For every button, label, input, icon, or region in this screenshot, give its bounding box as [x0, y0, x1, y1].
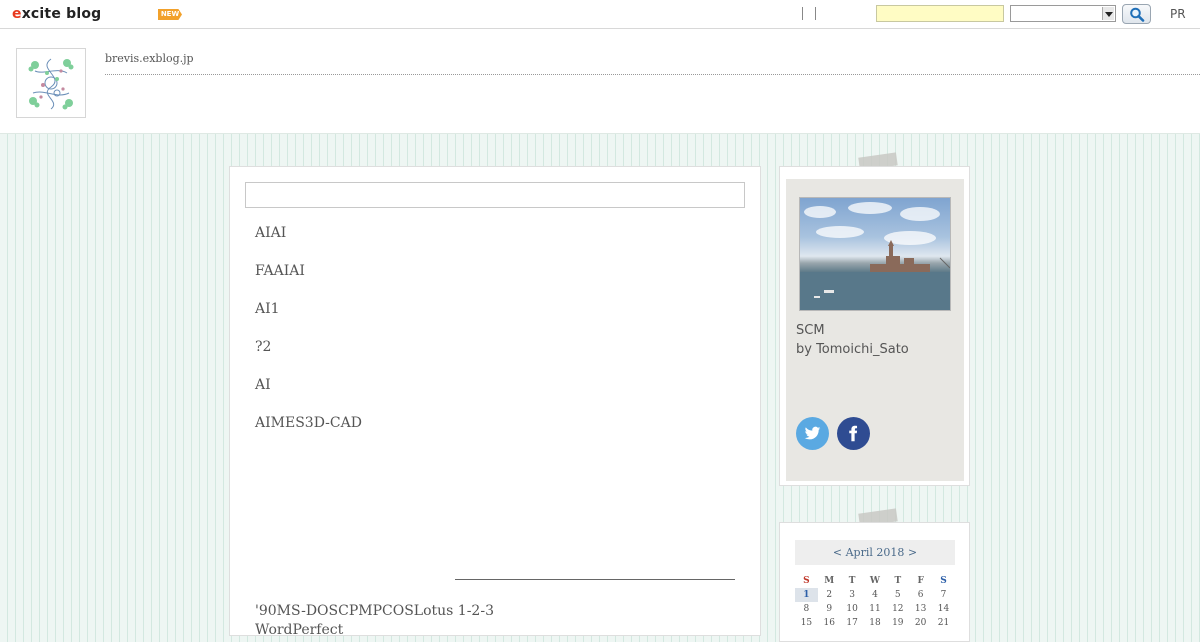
profile-photo[interactable] [799, 197, 951, 311]
twitter-share-button[interactable] [796, 417, 829, 450]
header-divider [105, 74, 1200, 75]
weekday-label: M [824, 576, 835, 586]
calendar-week: 15 16 17 18 19 20 21 [795, 616, 955, 630]
new-badge: NEW [158, 9, 182, 20]
entry-heading[interactable]: ?2 [255, 336, 362, 374]
weekday-label: F [917, 576, 924, 586]
entry-list: AIAI FAAIAI AI1 ?2 AI AIMES3D-CAD [255, 222, 362, 450]
weekday-label: T [848, 576, 856, 586]
entry-body: '90MS-DOSCPMPCOSLotus 1-2-3 WordPerfect [255, 602, 735, 640]
weekday-label: S [940, 576, 947, 586]
facebook-icon [849, 425, 858, 442]
floral-ornament-icon [28, 58, 74, 110]
main-content: AIAI FAAIAI AI1 ?2 AI AIMES3D-CAD '90MS-… [229, 166, 761, 638]
calendar-day: 9 [826, 604, 833, 614]
divider [815, 7, 816, 20]
divider [802, 7, 803, 20]
blog-url[interactable]: brevis.exblog.jp [105, 52, 194, 65]
calendar-day-today[interactable]: 1 [795, 588, 818, 602]
calendar-day: 15 [800, 618, 813, 628]
pr-link[interactable]: PR [1170, 7, 1186, 21]
entry-title-box [245, 182, 745, 208]
body-line: '90MS-DOSCPMPCOSLotus 1-2-3 [255, 603, 494, 619]
excite-blog-logo[interactable]: excite blog [12, 6, 101, 22]
weekday-label: W [869, 576, 880, 586]
calendar-day: 11 [869, 604, 881, 614]
next-month-link[interactable]: > [908, 546, 917, 559]
venice-skyline-image [800, 202, 950, 310]
blog-icon[interactable] [16, 48, 86, 118]
profile-panel: SCM by Tomoichi_Sato [779, 166, 970, 486]
calendar-day: 7 [940, 590, 947, 600]
twitter-icon [804, 426, 821, 440]
calendar-month: April 2018 [845, 546, 905, 559]
calendar-week: 8 9 10 11 12 13 14 [795, 602, 955, 616]
calendar-day: 2 [826, 590, 833, 600]
calendar-week: 1 2 3 4 5 6 7 [795, 588, 955, 602]
calendar-day: 21 [937, 618, 950, 628]
calendar-day: 14 [937, 604, 950, 614]
calendar-day: 19 [892, 618, 904, 628]
author-name: by Tomoichi_Sato [796, 342, 909, 357]
blog-header: brevis.exblog.jp [0, 29, 1200, 134]
body-line: WordPerfect [255, 622, 344, 638]
calendar-day: 6 [917, 590, 924, 600]
blog-title[interactable]: SCM [796, 323, 825, 338]
calendar-day: 3 [849, 590, 855, 600]
search-input[interactable] [876, 5, 1004, 22]
calendar-panel: < April 2018 > S M T W T F S 1 2 3 4 5 6… [779, 522, 970, 642]
entry-heading[interactable]: AIMES3D-CAD [255, 412, 362, 450]
calendar-day: 12 [892, 604, 904, 614]
weekday-label: S [803, 576, 810, 586]
calendar-day: 10 [846, 604, 858, 614]
entry-heading[interactable]: AI [255, 374, 362, 412]
top-bar: excite blog NEW PR [0, 0, 1200, 29]
weekday-row: S M T W T F S [795, 574, 955, 588]
calendar-day: 8 [803, 604, 810, 614]
prev-month-link[interactable]: < [833, 546, 842, 559]
search-button[interactable] [1122, 4, 1151, 24]
entry-heading[interactable]: AI1 [255, 298, 362, 336]
weekday-label: T [894, 576, 902, 586]
section-divider [455, 579, 735, 580]
calendar-day: 17 [846, 618, 858, 628]
search-scope-select[interactable] [1010, 5, 1116, 22]
calendar-header: < April 2018 > [795, 540, 955, 565]
search-icon [1130, 7, 1145, 22]
calendar-day: 4 [872, 590, 878, 600]
profile-card: SCM by Tomoichi_Sato [786, 179, 964, 481]
calendar-grid: S M T W T F S 1 2 3 4 5 6 7 8 9 10 11 12… [795, 574, 955, 630]
entry-heading[interactable]: AIAI [255, 222, 362, 260]
calendar-day: 5 [894, 590, 901, 600]
entry-heading[interactable]: FAAIAI [255, 260, 362, 298]
facebook-share-button[interactable] [837, 417, 870, 450]
chevron-down-icon[interactable] [1102, 7, 1114, 20]
calendar-day: 18 [869, 618, 881, 628]
calendar-day: 20 [914, 618, 927, 628]
calendar-day: 16 [823, 618, 835, 628]
calendar-day: 13 [914, 604, 927, 614]
